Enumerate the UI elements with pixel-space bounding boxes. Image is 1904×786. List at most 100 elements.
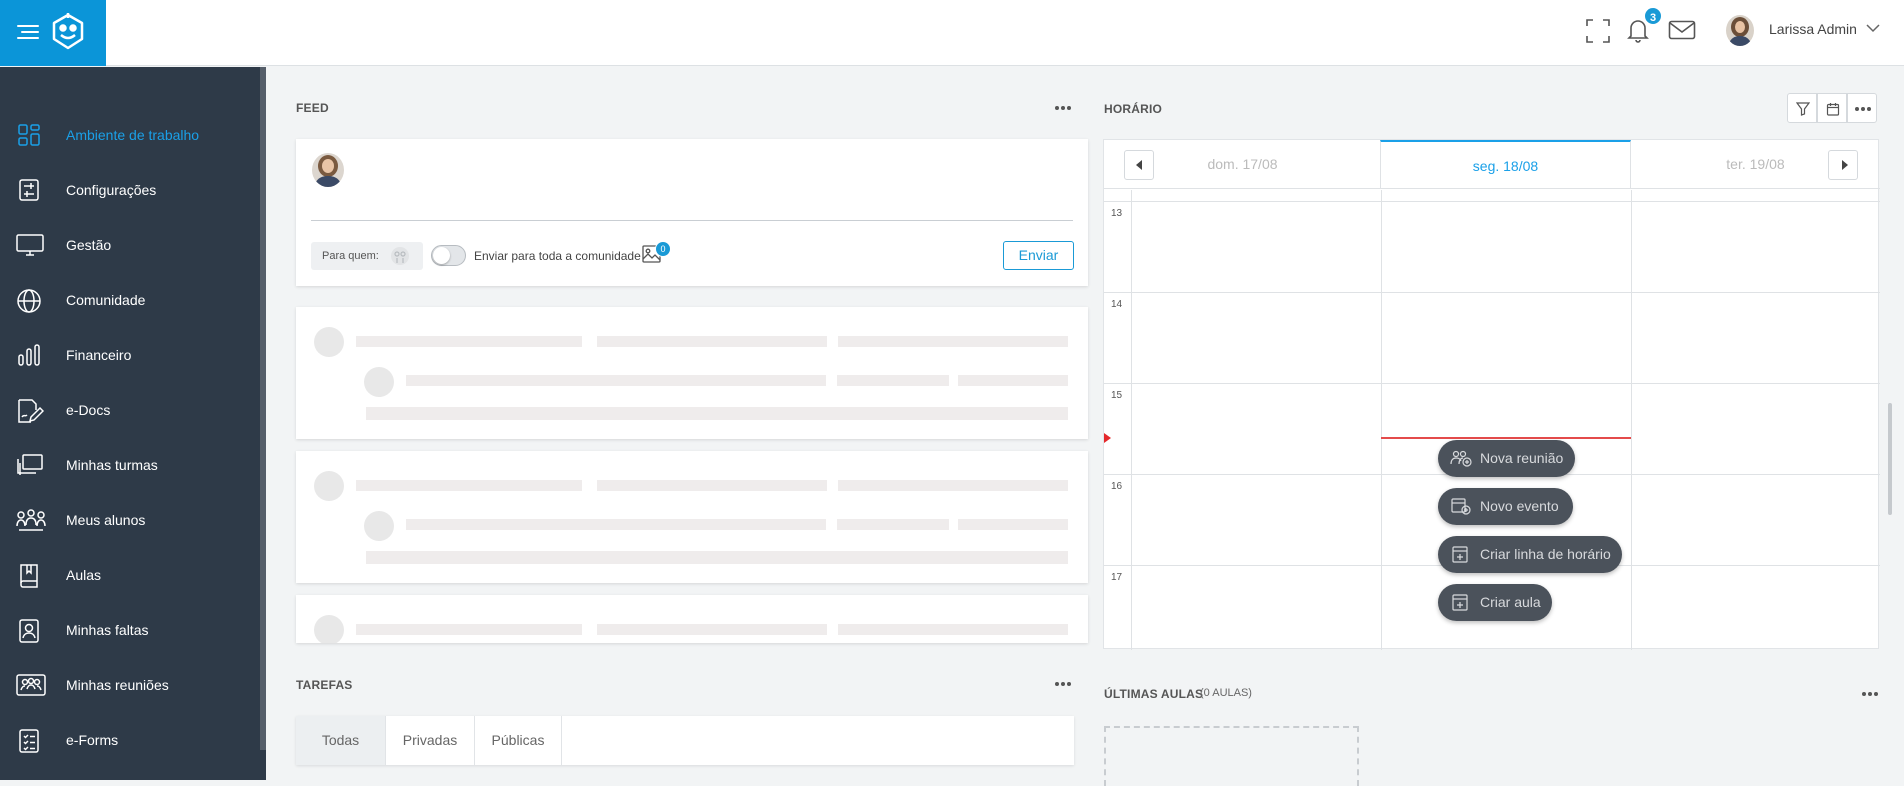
action-label: Novo evento bbox=[1480, 498, 1559, 514]
tab-publicas[interactable]: Públicas bbox=[475, 716, 562, 765]
schedule-title: HORÁRIO bbox=[1104, 102, 1163, 116]
caret-right-icon bbox=[1842, 160, 1848, 170]
people-placeholder-icon bbox=[391, 247, 409, 265]
schedule-calendar: dom. 17/08 seg. 18/08 ter. 19/08 13 14 1… bbox=[1103, 139, 1880, 650]
fullscreen-icon[interactable] bbox=[1585, 18, 1611, 44]
caret-left-icon bbox=[1136, 160, 1142, 170]
hour-label: 16 bbox=[1111, 481, 1123, 492]
last-classes-more-options-icon[interactable] bbox=[1862, 692, 1880, 698]
meeting-add-icon bbox=[1450, 449, 1472, 467]
sidebar-item-minhas-faltas[interactable]: Minhas faltas bbox=[0, 610, 258, 650]
tasks-title: TAREFAS bbox=[296, 678, 353, 692]
sidebar-item-financeiro[interactable]: Financeiro bbox=[0, 335, 258, 375]
calendar-plus-icon bbox=[1450, 593, 1472, 611]
hamburger-menu-icon[interactable] bbox=[15, 20, 41, 44]
sidebar-item-label: e-Forms bbox=[66, 732, 119, 748]
current-time-line bbox=[1381, 437, 1631, 439]
action-label: Criar aula bbox=[1480, 594, 1541, 610]
chevron-down-icon[interactable] bbox=[1866, 24, 1880, 33]
feed-skeleton-card bbox=[296, 451, 1088, 583]
sidebar-item-label: Ambiente de trabalho bbox=[66, 127, 200, 143]
sidebar-item-label: Configurações bbox=[66, 182, 157, 198]
sliders-icon bbox=[16, 178, 42, 202]
hour-label: 15 bbox=[1111, 390, 1123, 401]
signature-doc-icon bbox=[16, 398, 44, 424]
hour-label: 13 bbox=[1111, 208, 1123, 219]
page-scrollbar[interactable] bbox=[1888, 403, 1892, 515]
hour-label: 17 bbox=[1111, 572, 1123, 583]
create-schedule-line-button[interactable]: Criar linha de horário bbox=[1438, 536, 1622, 573]
send-all-toggle[interactable] bbox=[431, 245, 466, 266]
day-header-mon[interactable]: seg. 18/08 bbox=[1380, 140, 1631, 189]
to-whom-selector[interactable]: Para quem: bbox=[311, 242, 423, 270]
create-class-button[interactable]: Criar aula bbox=[1438, 584, 1552, 621]
sidebar-item-minhas-reunioes[interactable]: Minhas reuniões bbox=[0, 665, 258, 705]
sidebar-item-minhas-turmas[interactable]: Minhas turmas bbox=[0, 445, 258, 485]
sidebar-item-comunidade[interactable]: Comunidade bbox=[0, 280, 258, 320]
composer-avatar bbox=[312, 153, 344, 187]
feed-skeleton-card bbox=[296, 307, 1088, 439]
sidebar-item-e-forms[interactable]: e-Forms bbox=[0, 720, 258, 760]
notification-badge: 3 bbox=[1643, 6, 1663, 26]
action-label: Criar linha de horário bbox=[1480, 546, 1611, 562]
action-label: Nova reunião bbox=[1480, 450, 1564, 466]
students-icon bbox=[16, 508, 46, 534]
attachments-badge: 0 bbox=[655, 241, 671, 257]
sidebar-item-label: e-Docs bbox=[66, 402, 111, 418]
classes-icon bbox=[16, 453, 44, 477]
sidebar-item-ambiente-de-trabalho[interactable]: Ambiente de trabalho bbox=[0, 115, 258, 155]
sidebar-item-meus-alunos[interactable]: Meus alunos bbox=[0, 500, 258, 540]
hour-label: 14 bbox=[1111, 299, 1123, 310]
sidebar-item-label: Minhas turmas bbox=[66, 457, 158, 473]
sidebar-item-label: Meus alunos bbox=[66, 512, 146, 528]
tab-todas[interactable]: Todas bbox=[296, 716, 386, 765]
globe-icon bbox=[16, 288, 42, 314]
to-whom-label: Para quem: bbox=[322, 250, 379, 262]
sidebar-item-e-docs[interactable]: e-Docs bbox=[0, 390, 258, 430]
last-classes-title: ÚLTIMAS AULAS bbox=[1104, 687, 1204, 701]
next-day-button[interactable] bbox=[1828, 150, 1858, 180]
monitor-icon bbox=[16, 233, 44, 257]
top-bar: 3 Larissa Admin bbox=[0, 0, 1904, 66]
sidebar-item-gestao[interactable]: Gestão bbox=[0, 225, 258, 265]
feed-more-options-icon[interactable] bbox=[1055, 106, 1073, 112]
sidebar-item-label: Gestão bbox=[66, 237, 112, 253]
current-time-marker bbox=[1104, 433, 1111, 443]
last-classes-empty-placeholder bbox=[1104, 726, 1359, 786]
user-name[interactable]: Larissa Admin bbox=[1769, 21, 1857, 37]
checklist-icon bbox=[16, 728, 42, 754]
sidebar-item-label: Financeiro bbox=[66, 347, 132, 363]
tasks-more-options-icon[interactable] bbox=[1055, 682, 1073, 688]
calendar-add-icon bbox=[1450, 497, 1472, 515]
new-meeting-button[interactable]: Nova reunião bbox=[1438, 440, 1575, 477]
feed-skeleton-card bbox=[296, 595, 1088, 643]
sidebar-item-configuracoes[interactable]: Configurações bbox=[0, 170, 258, 210]
book-icon bbox=[16, 563, 42, 589]
sidebar-item-aulas[interactable]: Aulas bbox=[0, 555, 258, 595]
schedule-more-options-icon[interactable] bbox=[1847, 93, 1877, 123]
last-classes-count: (0 AULAS) bbox=[1200, 687, 1252, 699]
absence-icon bbox=[16, 618, 42, 644]
feed-title: FEED bbox=[296, 101, 329, 115]
bar-chart-icon bbox=[16, 343, 42, 367]
calendar-plus-icon bbox=[1450, 545, 1472, 563]
user-avatar[interactable] bbox=[1726, 15, 1754, 46]
send-button[interactable]: Enviar bbox=[1003, 241, 1074, 270]
tasks-tabs: Todas Privadas Públicas bbox=[296, 716, 1074, 765]
filter-icon[interactable] bbox=[1787, 93, 1817, 123]
mail-icon[interactable] bbox=[1668, 20, 1696, 40]
sidebar-item-label: Aulas bbox=[66, 567, 102, 583]
brand-logo-icon[interactable] bbox=[51, 13, 85, 51]
sidebar: Ambiente de trabalho Configurações Gestã… bbox=[0, 67, 266, 780]
send-all-label: Enviar para toda a comunidade bbox=[474, 249, 641, 263]
sidebar-item-label: Minhas faltas bbox=[66, 622, 149, 638]
logo-area bbox=[0, 0, 106, 66]
calendar-icon[interactable] bbox=[1817, 93, 1847, 123]
tab-privadas[interactable]: Privadas bbox=[386, 716, 475, 765]
meetings-icon bbox=[16, 673, 46, 697]
sidebar-item-label: Minhas reuniões bbox=[66, 677, 169, 693]
sidebar-scrollbar[interactable] bbox=[260, 67, 266, 750]
composer-input-underline[interactable] bbox=[311, 220, 1073, 221]
new-event-button[interactable]: Novo evento bbox=[1438, 488, 1573, 525]
prev-day-button[interactable] bbox=[1124, 150, 1154, 180]
